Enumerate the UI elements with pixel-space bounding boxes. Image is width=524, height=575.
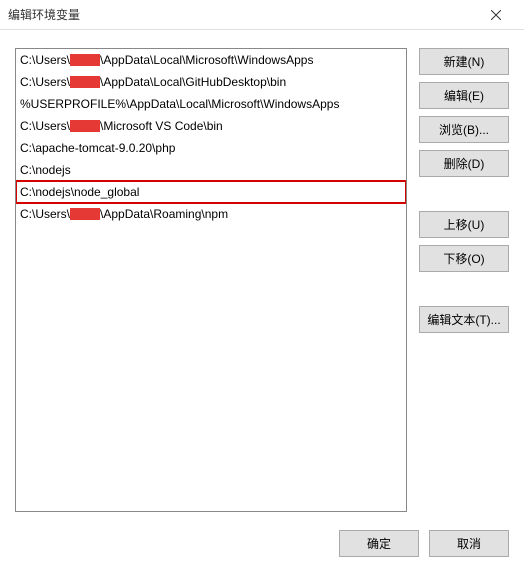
dialog-content: C:\Users\ \AppData\Local\Microsoft\Window… (0, 30, 524, 520)
path-listbox[interactable]: C:\Users\ \AppData\Local\Microsoft\Window… (15, 48, 407, 512)
close-icon (491, 10, 501, 20)
spacer (419, 279, 509, 299)
list-item-text: C:\Users\ (20, 53, 70, 67)
window-title: 编辑环境变量 (8, 6, 476, 23)
titlebar: 编辑环境变量 (0, 0, 524, 30)
list-item[interactable]: C:\Users\ \AppData\Local\GitHubDesktop\bi… (16, 71, 406, 93)
cancel-button[interactable]: 取消 (429, 530, 509, 557)
list-item[interactable]: C:\Users\ \AppData\Roaming\npm (16, 203, 406, 225)
dialog-footer: 确定 取消 (0, 520, 524, 567)
ok-button[interactable]: 确定 (339, 530, 419, 557)
list-item[interactable]: C:\apache-tomcat-9.0.20\php (16, 137, 406, 159)
list-item-text: %USERPROFILE%\AppData\Local\Microsoft\Wi… (20, 97, 339, 111)
list-item[interactable]: C:\Users\ \Microsoft VS Code\bin (16, 115, 406, 137)
redacted-block (70, 76, 100, 88)
list-item-text: C:\nodejs (20, 163, 71, 177)
list-item-text: C:\Users\ (20, 207, 70, 221)
list-item-text: C:\Users\ (20, 119, 70, 133)
list-item-text: \AppData\Local\GitHubDesktop\bin (100, 75, 286, 89)
spacer (419, 184, 509, 204)
browse-button[interactable]: 浏览(B)... (419, 116, 509, 143)
list-item-text: \Microsoft VS Code\bin (100, 119, 223, 133)
list-item-text: C:\Users\ (20, 75, 70, 89)
edit-button[interactable]: 编辑(E) (419, 82, 509, 109)
list-item[interactable]: C:\Users\ \AppData\Local\Microsoft\Window… (16, 49, 406, 71)
list-item-text: \AppData\Local\Microsoft\WindowsApps (100, 53, 313, 67)
redacted-block (70, 54, 100, 66)
close-button[interactable] (476, 1, 516, 29)
redacted-block (70, 208, 100, 220)
move-up-button[interactable]: 上移(U) (419, 211, 509, 238)
side-button-panel: 新建(N) 编辑(E) 浏览(B)... 删除(D) 上移(U) 下移(O) 编… (419, 48, 509, 512)
list-item-text: \AppData\Roaming\npm (100, 207, 228, 221)
list-item[interactable]: %USERPROFILE%\AppData\Local\Microsoft\Wi… (16, 93, 406, 115)
list-item[interactable]: C:\nodejs (16, 159, 406, 181)
redacted-block (70, 120, 100, 132)
edit-text-button[interactable]: 编辑文本(T)... (419, 306, 509, 333)
list-item[interactable]: C:\nodejs\node_global (16, 181, 406, 203)
delete-button[interactable]: 删除(D) (419, 150, 509, 177)
list-item-text: C:\apache-tomcat-9.0.20\php (20, 141, 175, 155)
move-down-button[interactable]: 下移(O) (419, 245, 509, 272)
new-button[interactable]: 新建(N) (419, 48, 509, 75)
list-item-text: C:\nodejs\node_global (20, 185, 139, 199)
